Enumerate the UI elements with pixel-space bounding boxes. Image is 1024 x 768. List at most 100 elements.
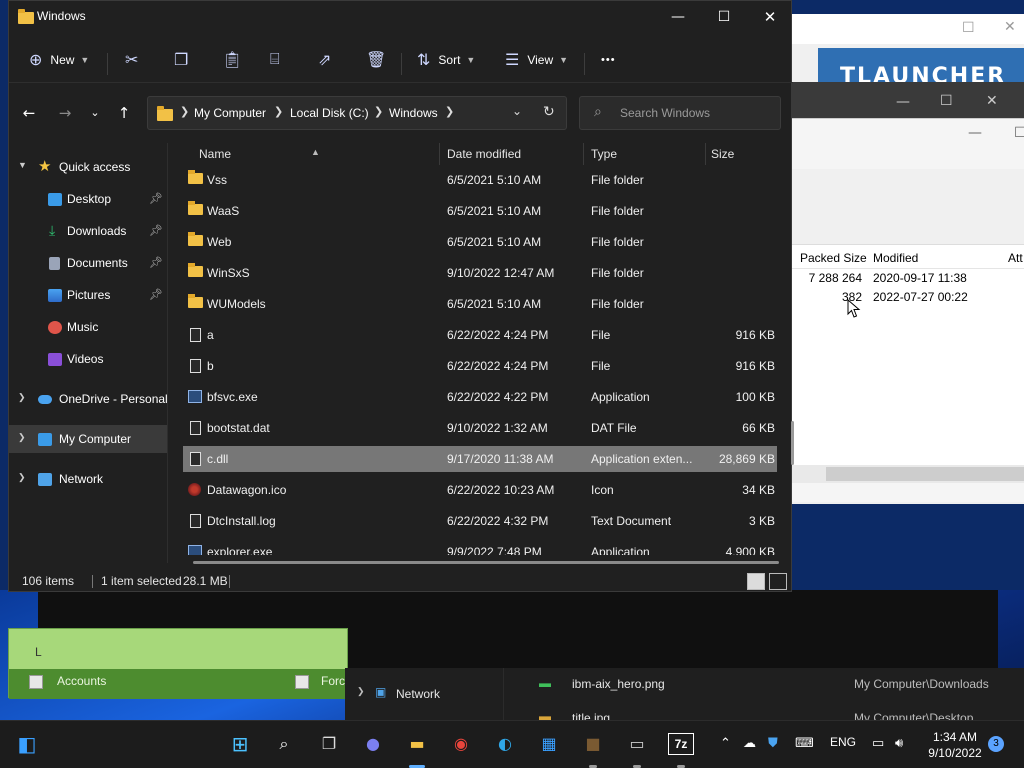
pane-divider[interactable] (167, 143, 168, 563)
large-icons-view-button[interactable] (769, 573, 787, 590)
archive-horizontal-scrollbar[interactable] (792, 465, 1024, 483)
show-hidden-icons-chevron-icon[interactable]: ⌃ (720, 735, 731, 751)
breadcrumb-chevron-icon[interactable]: ❯ (274, 105, 283, 118)
pin-icon[interactable]: 📌︎ (149, 192, 163, 205)
copy-button[interactable]: ❐ (174, 47, 188, 73)
minecraft-icon[interactable]: ■ (580, 731, 606, 757)
terminal-icon[interactable]: ▭ (624, 731, 650, 757)
search-box[interactable]: ⌕ Search Windows (579, 96, 781, 130)
edge-icon[interactable]: ◐ (492, 731, 518, 757)
notification-badge[interactable]: 3 (988, 736, 1004, 752)
column-size[interactable]: Size (711, 147, 734, 161)
back-arrow-icon[interactable]: ← (17, 101, 41, 125)
column-divider[interactable] (439, 143, 440, 165)
archive-minimize-icon[interactable]: — (968, 125, 982, 141)
breadcrumb-chevron-icon[interactable]: ❯ (445, 105, 454, 118)
breadcrumb-my-computer[interactable]: My Computer (194, 106, 266, 120)
column-date-modified[interactable]: Date modified (447, 147, 521, 161)
tlauncher-close-icon[interactable]: ✕ (1004, 19, 1016, 35)
language-indicator[interactable]: ENG (830, 735, 856, 749)
minimize-button[interactable]: — (655, 1, 701, 33)
attributes-header[interactable]: Att (1008, 251, 1023, 265)
recent-locations-chevron-icon[interactable]: ⌄ (83, 101, 107, 125)
pin-icon[interactable]: 📌︎ (149, 288, 163, 301)
network-label[interactable]: Network (396, 687, 440, 701)
sidebar-item-pictures[interactable]: Pictures 📌︎ (9, 281, 167, 309)
tlauncher-maximize-icon[interactable]: ☐ (962, 20, 975, 36)
archive-maximize-icon[interactable]: ☐ (1014, 125, 1024, 141)
dialog-minimize-icon[interactable]: — (896, 94, 910, 110)
cut-button[interactable]: ✂ (125, 47, 138, 73)
file-explorer-icon[interactable]: ▬ (404, 731, 430, 757)
sidebar-item-downloads[interactable]: ⤓ Downloads 📌︎ (9, 217, 167, 245)
breadcrumb-local-disk[interactable]: Local Disk (C:) (290, 106, 369, 120)
file-row[interactable]: bfsvc.exe 6/22/2022 4:22 PM Application 100… (183, 384, 777, 410)
widgets-icon[interactable]: ◧ (14, 731, 40, 757)
pin-icon[interactable]: 📌︎ (149, 256, 163, 269)
new-button[interactable]: ⊕ New ▼ (29, 47, 89, 73)
archive-row[interactable]: 382 2022-07-27 00:22 (792, 288, 1024, 307)
accounts-checkbox[interactable] (29, 675, 43, 689)
store-icon[interactable]: ▦ (536, 731, 562, 757)
forward-arrow-icon[interactable]: → (53, 101, 77, 125)
refresh-icon[interactable]: ↻ (543, 104, 555, 120)
file-row[interactable]: bootstat.dat 9/10/2022 1:32 AM DAT File 66 … (183, 415, 777, 441)
sort-button[interactable]: ⇅ Sort ▼ (417, 47, 475, 73)
keyboard-icon[interactable]: ⌨ (795, 735, 814, 751)
pin-icon[interactable]: 📌︎ (149, 224, 163, 237)
sidebar-item-music[interactable]: Music (9, 313, 167, 341)
breadcrumb-windows[interactable]: Windows (389, 106, 438, 120)
file-row[interactable]: a 6/22/2022 4:24 PM File 916 KB (183, 322, 777, 348)
address-bar[interactable]: ❯ My Computer ❯ Local Disk (C:) ❯ Window… (147, 96, 567, 130)
force-checkbox[interactable] (295, 675, 309, 689)
maximize-button[interactable]: ☐ (701, 1, 747, 33)
rename-button[interactable]: ⌸ (270, 47, 280, 73)
onedrive-icon[interactable]: ☁ (743, 735, 756, 751)
share-button[interactable]: ⇗ (318, 47, 331, 73)
column-name[interactable]: Name (199, 147, 231, 161)
view-button[interactable]: ☰ View ▼ (505, 47, 568, 73)
security-shield-icon[interactable]: ⛊ (768, 735, 778, 751)
search-input[interactable]: Search Windows (620, 106, 710, 120)
chevron-right-icon[interactable]: ❯ (18, 432, 26, 443)
chat-icon[interactable]: ● (360, 731, 386, 757)
breadcrumb-chevron-icon[interactable]: ❯ (374, 105, 383, 118)
archive-row[interactable]: 7 288 264 2020-09-17 11:38 (792, 269, 1024, 288)
sidebar-item-documents[interactable]: Documents 📌︎ (9, 249, 167, 277)
dialog-maximize-icon[interactable]: ☐ (940, 93, 953, 109)
task-view-icon[interactable]: ❐ (316, 731, 342, 757)
file-row[interactable]: WaaS 6/5/2021 5:10 AM File folder (183, 198, 777, 224)
sidebar-item-my-computer[interactable]: ❯ My Computer (9, 425, 167, 453)
more-options-button[interactable]: ••• (601, 47, 616, 73)
details-view-button[interactable] (747, 573, 765, 590)
network-status-icon[interactable]: ▭ (872, 735, 884, 751)
chrome-icon[interactable]: ◉ (448, 731, 474, 757)
sidebar-item-network[interactable]: ❯ Network (9, 465, 167, 493)
chevron-down-icon[interactable]: ▼ (18, 160, 27, 170)
modified-header[interactable]: Modified (873, 251, 918, 265)
file-row[interactable]: WinSxS 9/10/2022 12:47 AM File folder (183, 260, 777, 286)
sidebar-item-videos[interactable]: Videos (9, 345, 167, 373)
search-icon[interactable]: ⌕ (271, 731, 297, 757)
start-windows-icon[interactable]: ⊞ (227, 731, 253, 757)
column-divider[interactable] (583, 143, 584, 165)
clock[interactable]: 1:34 AM 9/10/2022 (924, 729, 986, 761)
chevron-right-icon[interactable]: ❯ (18, 392, 26, 403)
up-arrow-icon[interactable]: ↑ (112, 101, 136, 125)
file-row[interactable]: Web 6/5/2021 5:10 AM File folder (183, 229, 777, 255)
volume-icon[interactable]: 🔊︎ (895, 735, 903, 751)
sidebar-item-onedrive[interactable]: ❯ OneDrive - Personal (9, 385, 168, 413)
vertical-scrollbar-thumb[interactable] (791, 421, 794, 465)
file-row[interactable]: b 6/22/2022 4:24 PM File 916 KB (183, 353, 777, 379)
network-expand-icon[interactable]: ❯ (357, 686, 365, 697)
sidebar-item-quick-access[interactable]: ▼ ★ Quick access (9, 153, 167, 181)
packed-size-header[interactable]: Packed Size (800, 251, 867, 265)
column-divider[interactable] (705, 143, 706, 165)
archiver-icon[interactable]: 7z (668, 733, 694, 755)
file-row[interactable]: DtcInstall.log 6/22/2022 4:32 PM Text Docu… (183, 508, 777, 534)
file-row[interactable]: WUModels 6/5/2021 5:10 AM File folder (183, 291, 777, 317)
delete-button[interactable]: 🗑︎ (366, 47, 386, 73)
file-row[interactable]: Datawagon.ico 6/22/2022 10:23 AM Icon 34 KB (183, 477, 777, 503)
file-row[interactable]: Vss 6/5/2021 5:10 AM File folder (183, 167, 777, 193)
dialog-close-icon[interactable]: ✕ (986, 93, 998, 109)
